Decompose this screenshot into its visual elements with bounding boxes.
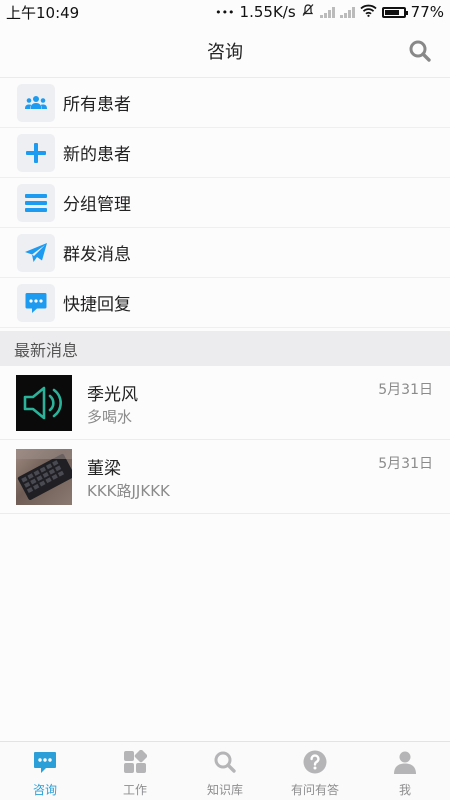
menu-item-mass-message[interactable]: 群发消息 (0, 228, 450, 278)
signal-icon-2 (339, 6, 355, 18)
message-preview: 多喝水 (87, 408, 133, 426)
message-date: 5月31日 (378, 456, 433, 472)
menu-label: 分组管理 (63, 195, 131, 215)
send-icon (17, 233, 55, 272)
bottom-tab-bar: 咨询 工作 知识库 有问有答 我 (0, 741, 450, 800)
chat-bubble-icon (17, 283, 55, 322)
message-date: 5月31日 (378, 382, 433, 398)
message-preview: KKK路JJKKK (87, 482, 170, 500)
signal-icon (319, 6, 335, 18)
status-bar: 上午10:49 ••• 1.55K/s 77% (0, 0, 450, 24)
menu-label: 新的患者 (63, 145, 131, 165)
list-icon (17, 183, 55, 222)
tab-qa[interactable]: 有问有答 (270, 742, 360, 800)
section-title: 最新消息 (14, 340, 79, 360)
section-header-latest-messages: 最新消息 (0, 331, 450, 366)
status-dots: ••• (215, 5, 235, 19)
page-title: 咨询 (207, 41, 243, 63)
tab-work[interactable]: 工作 (90, 742, 180, 800)
status-indicators: ••• 1.55K/s 77% (215, 3, 444, 21)
message-list: 季光风 多喝水 5月31日 董梁 KKK路JJKKK 5月31日 (0, 366, 450, 514)
battery-icon (381, 6, 408, 18)
network-speed: 1.55K/s (239, 3, 296, 21)
question-icon (303, 750, 327, 778)
contact-name: 季光风 (87, 385, 138, 405)
menu-item-quick-reply[interactable]: 快捷回复 (0, 278, 450, 328)
search-icon (213, 750, 237, 778)
people-icon (17, 83, 55, 122)
person-icon (393, 750, 417, 778)
chat-bubble-icon (33, 750, 57, 778)
speaker-icon (16, 375, 72, 431)
tab-label: 知识库 (206, 783, 243, 797)
menu-label: 群发消息 (63, 245, 131, 265)
contact-name: 董梁 (87, 459, 121, 479)
mute-icon (301, 3, 315, 21)
avatar-keyboard-photo (16, 449, 72, 505)
function-menu: 所有患者 新的患者 分组管理 群发消息 快捷回复 (0, 78, 450, 328)
grid-icon (123, 749, 148, 778)
menu-item-all-patients[interactable]: 所有患者 (0, 78, 450, 128)
tab-label: 我 (398, 783, 411, 797)
battery-percent: 77% (410, 3, 444, 21)
status-time: 上午10:49 (6, 3, 80, 22)
tab-knowledge-base[interactable]: 知识库 (180, 742, 270, 800)
tab-label: 工作 (122, 783, 147, 797)
tab-me[interactable]: 我 (360, 742, 450, 800)
message-row[interactable]: 董梁 KKK路JJKKK 5月31日 (0, 440, 450, 514)
search-icon[interactable] (408, 39, 432, 67)
menu-label: 快捷回复 (63, 295, 131, 315)
plus-icon (17, 133, 55, 172)
title-bar: 咨询 (0, 24, 450, 78)
tab-consult[interactable]: 咨询 (0, 742, 90, 800)
tab-label: 有问有答 (290, 783, 339, 797)
message-row[interactable]: 季光风 多喝水 5月31日 (0, 366, 450, 440)
menu-item-new-patients[interactable]: 新的患者 (0, 128, 450, 178)
tab-label: 咨询 (32, 783, 57, 797)
menu-label: 所有患者 (63, 95, 131, 115)
menu-item-group-management[interactable]: 分组管理 (0, 178, 450, 228)
wifi-icon (360, 3, 377, 21)
